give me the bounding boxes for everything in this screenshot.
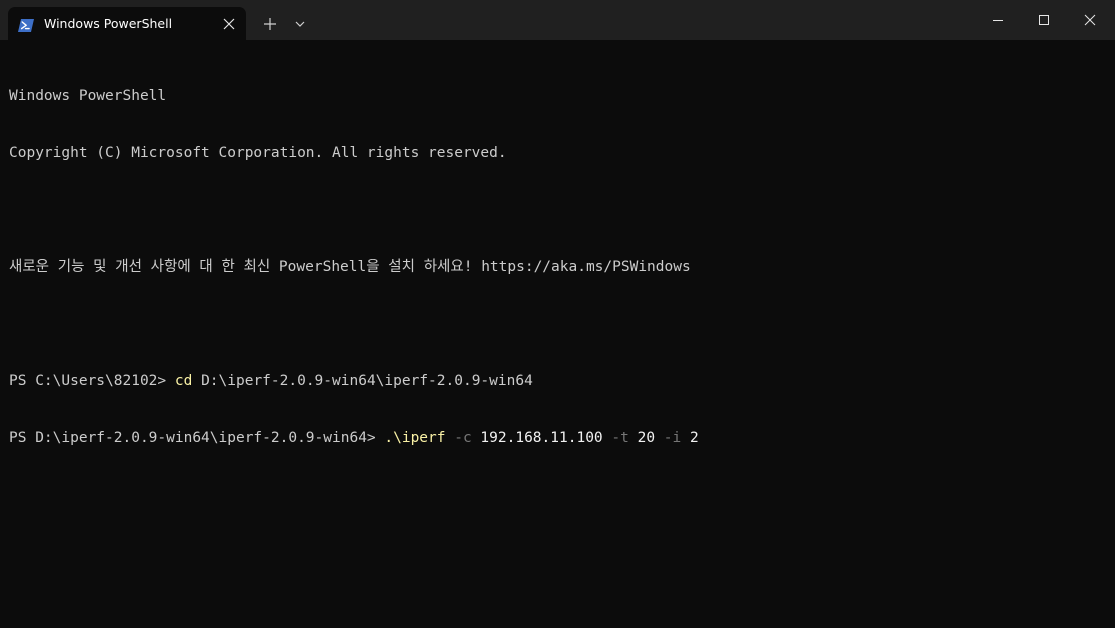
terminal-window: Windows PowerShell Windows PowerShell Co… <box>0 0 1115 628</box>
flag-interval: -i <box>655 430 682 446</box>
banner-title: Windows PowerShell <box>9 88 167 104</box>
flag-client: -c <box>445 430 472 446</box>
terminal-area[interactable]: Windows PowerShell Copyright (C) Microso… <box>0 40 1115 628</box>
tab-windows-powershell[interactable]: Windows PowerShell <box>8 7 246 40</box>
chevron-down-icon[interactable] <box>291 14 309 34</box>
flag-time: -t <box>602 430 629 446</box>
powershell-icon <box>18 17 34 32</box>
terminal-output: Windows PowerShell Copyright (C) Microso… <box>9 49 699 486</box>
prompt: PS D:\iperf-2.0.9-win64\iperf-2.0.9-win6… <box>9 430 385 446</box>
minimize-icon <box>993 20 1003 21</box>
title-bar: Windows PowerShell <box>0 0 1115 40</box>
command-line-iperf: PS D:\iperf-2.0.9-win64\iperf-2.0.9-win6… <box>9 429 699 448</box>
duration-argument: 20 <box>628 430 656 446</box>
command-line-cd: PS C:\Users\82102> cd D:\iperf-2.0.9-win… <box>9 372 699 391</box>
close-window-button[interactable] <box>1067 0 1113 40</box>
interval-argument: 2 <box>681 430 699 446</box>
tab-title: Windows PowerShell <box>44 16 173 31</box>
command-argument: D:\iperf-2.0.9-win64\iperf-2.0.9-win64 <box>192 373 533 389</box>
close-icon[interactable] <box>222 16 236 30</box>
maximize-button[interactable] <box>1021 0 1067 40</box>
host-argument: 192.168.11.100 <box>471 430 603 446</box>
plus-icon[interactable] <box>260 14 280 34</box>
prompt: PS C:\Users\82102> <box>9 373 175 389</box>
copyright-line: Copyright (C) Microsoft Corporation. All… <box>9 145 507 161</box>
close-icon <box>1084 14 1096 26</box>
command-name: cd <box>174 373 193 389</box>
command-name: .\iperf <box>384 430 446 446</box>
minimize-button[interactable] <box>975 0 1021 40</box>
update-notice: 새로운 기능 및 개선 사항에 대 한 최신 PowerShell을 설치 하세… <box>9 259 691 275</box>
maximize-icon <box>1039 15 1049 25</box>
